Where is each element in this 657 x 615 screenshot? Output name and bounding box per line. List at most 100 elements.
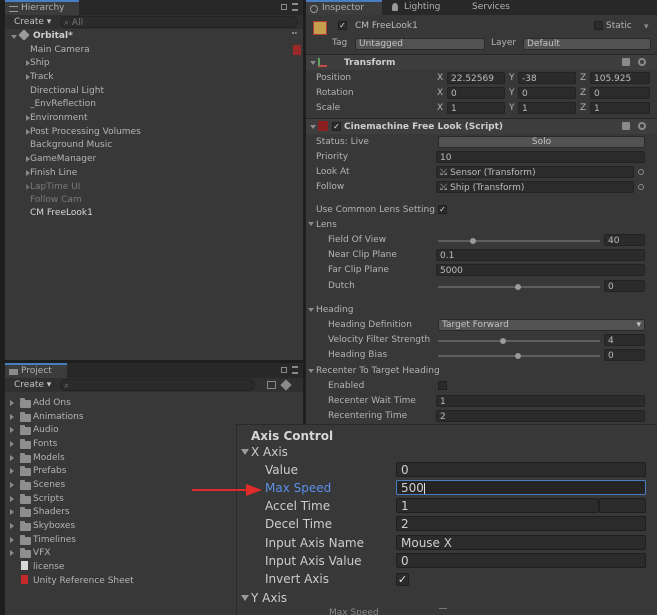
foldout-icon[interactable] <box>10 509 14 515</box>
project-folder[interactable]: Scenes <box>33 478 65 492</box>
recenter-enabled-checkbox[interactable] <box>438 381 447 390</box>
rotation-z-input[interactable]: 0 <box>590 87 650 99</box>
hierarchy-item[interactable]: Directional Light <box>30 84 104 98</box>
scene-name[interactable]: Orbital* <box>33 29 73 43</box>
hierarchy-item[interactable]: Track <box>30 70 54 84</box>
static-dropdown-icon[interactable]: ▾ <box>644 22 649 32</box>
hierarchy-item[interactable]: Finish Line <box>30 166 77 180</box>
hierarchy-item[interactable]: _EnvReflection <box>30 97 96 111</box>
project-folder[interactable]: Animations <box>33 410 84 424</box>
layer-dropdown[interactable]: Default <box>523 38 651 50</box>
priority-input[interactable]: 10 <box>436 151 645 163</box>
hierarchy-item[interactable]: Post Processing Volumes <box>30 125 141 139</box>
heading-foldout-icon[interactable] <box>308 308 314 312</box>
object-picker-icon[interactable] <box>638 184 644 190</box>
heading-definition-dropdown[interactable]: Target Forward ▾ <box>438 319 645 331</box>
position-x-input[interactable]: 22.52569 <box>447 72 505 84</box>
lens-foldout-icon[interactable] <box>308 222 314 226</box>
tab-inspector[interactable]: Inspector <box>306 0 382 15</box>
project-folder[interactable]: Skyboxes <box>33 519 75 533</box>
hierarchy-item-disabled[interactable]: Follow Cam <box>30 193 82 207</box>
project-file[interactable]: Unity Reference Sheet <box>33 574 134 588</box>
tag-dropdown[interactable]: Untagged <box>355 38 485 50</box>
position-y-input[interactable]: -38 <box>518 72 576 84</box>
fov-slider-track[interactable] <box>438 240 600 242</box>
velocity-slider-knob[interactable] <box>500 338 506 344</box>
foldout-icon[interactable] <box>10 482 14 488</box>
scale-z-input[interactable]: 1 <box>590 102 650 114</box>
project-folder[interactable]: Timelines <box>33 533 76 547</box>
recenter-foldout-icon[interactable] <box>308 369 314 373</box>
foldout-icon[interactable] <box>10 537 14 543</box>
accel-time-input[interactable]: 1 <box>396 498 599 513</box>
rotation-x-input[interactable]: 0 <box>447 87 505 99</box>
hierarchy-item[interactable]: Background Music <box>30 138 112 152</box>
transform-foldout-icon[interactable] <box>310 61 316 65</box>
scale-x-input[interactable]: 1 <box>447 102 505 114</box>
object-name-input[interactable]: CM FreeLook1 <box>352 20 577 32</box>
solo-button[interactable]: Solo <box>438 136 645 148</box>
tab-hierarchy[interactable]: Hierarchy <box>5 0 79 15</box>
active-checkbox[interactable]: ✓ <box>338 21 347 30</box>
hierarchy-item-disabled[interactable]: LapTime UI <box>30 180 80 194</box>
foldout-icon[interactable] <box>10 468 14 474</box>
menu-icon[interactable] <box>292 3 298 11</box>
hierarchy-item-selected[interactable]: CM FreeLook1 <box>30 206 93 220</box>
scene-foldout-icon[interactable] <box>11 35 17 39</box>
menu-icon[interactable] <box>292 366 298 374</box>
project-folder[interactable]: Add Ons <box>33 396 71 410</box>
foldout-icon[interactable] <box>10 455 14 461</box>
near-clip-input[interactable]: 0.1 <box>436 249 645 261</box>
bias-input[interactable]: 0 <box>604 349 645 361</box>
scale-y-input[interactable]: 1 <box>518 102 576 114</box>
far-clip-input[interactable]: 5000 <box>436 264 645 276</box>
foldout-icon[interactable] <box>10 441 14 447</box>
input-axis-value-input[interactable]: 0 <box>396 553 646 568</box>
hierarchy-search-input[interactable]: ⌕ All <box>60 16 298 28</box>
tab-project[interactable]: Project <box>5 363 67 378</box>
position-z-input[interactable]: 105.925 <box>590 72 650 84</box>
filter-label-icon[interactable] <box>280 379 292 391</box>
static-checkbox[interactable] <box>594 21 603 30</box>
lock-icon[interactable] <box>281 367 287 373</box>
settings-gear-icon[interactable] <box>638 122 646 130</box>
project-folder[interactable]: Fonts <box>33 437 57 451</box>
velocity-slider-track[interactable] <box>438 340 600 342</box>
settings-gear-icon[interactable] <box>638 58 646 66</box>
project-folder[interactable]: Audio <box>33 423 59 437</box>
recenter-wait-input[interactable]: 1 <box>436 395 645 407</box>
foldout-icon[interactable] <box>10 523 14 529</box>
lookat-object-field[interactable]: ⤩ Sensor (Transform) <box>436 166 634 178</box>
decel-time-input[interactable]: 2 <box>396 516 646 531</box>
y-axis-foldout-icon[interactable] <box>241 595 249 601</box>
lens-settings-checkbox[interactable]: ✓ <box>438 205 447 214</box>
recentering-time-input[interactable]: 2 <box>436 410 645 422</box>
max-speed-input[interactable]: 500 <box>396 480 646 495</box>
accel-time-extra-field[interactable] <box>599 498 646 513</box>
foldout-icon[interactable] <box>10 414 14 420</box>
create-menu[interactable]: Create ▾ <box>14 378 51 392</box>
project-folder[interactable]: VFX <box>33 546 51 560</box>
velocity-input[interactable]: 4 <box>604 334 645 346</box>
tab-services[interactable]: Services <box>456 0 516 15</box>
rotation-y-input[interactable]: 0 <box>518 87 576 99</box>
object-picker-icon[interactable] <box>638 169 644 175</box>
bias-slider-knob[interactable] <box>515 353 521 359</box>
dutch-input[interactable]: 0 <box>604 280 645 292</box>
hierarchy-item[interactable]: Main Camera <box>30 43 90 57</box>
create-menu[interactable]: Create ▾ <box>14 15 51 29</box>
project-search-input[interactable]: ⌕ <box>60 379 255 391</box>
foldout-icon[interactable] <box>10 427 14 433</box>
help-icon[interactable] <box>622 122 630 130</box>
hierarchy-item[interactable]: Ship <box>30 56 50 70</box>
dutch-slider-knob[interactable] <box>515 284 521 290</box>
foldout-icon[interactable] <box>10 550 14 556</box>
help-icon[interactable] <box>622 58 630 66</box>
follow-object-field[interactable]: ⤩ Ship (Transform) <box>436 181 634 193</box>
x-axis-foldout-icon[interactable] <box>241 449 249 455</box>
invert-axis-checkbox[interactable]: ✓ <box>396 573 409 586</box>
project-folder[interactable]: Prefabs <box>33 464 66 478</box>
component-enabled-checkbox[interactable]: ✓ <box>332 122 341 131</box>
project-folder[interactable]: Shaders <box>33 505 70 519</box>
cinemachine-foldout-icon[interactable] <box>310 125 316 129</box>
